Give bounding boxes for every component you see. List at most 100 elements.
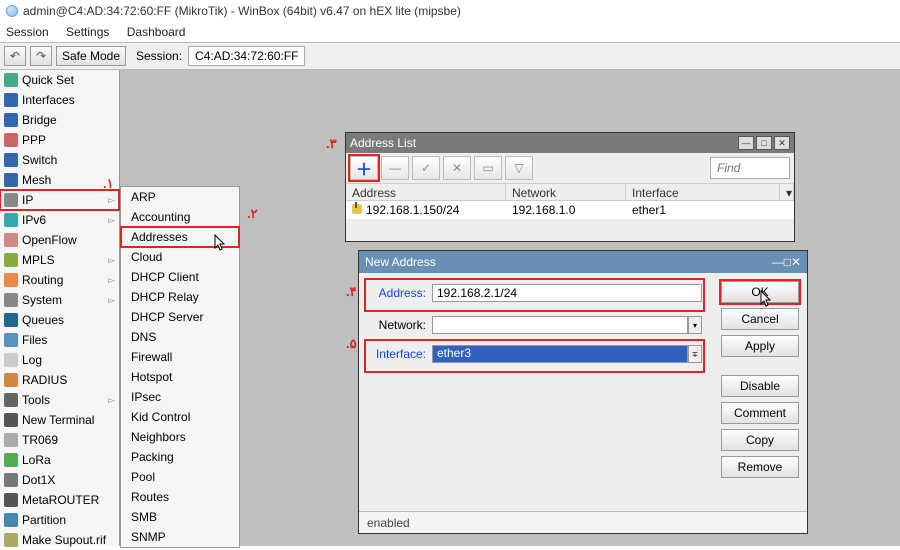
sidebar-item-ipv6[interactable]: IPv6▻ (0, 210, 119, 230)
menu-dashboard[interactable]: Dashboard (127, 25, 186, 39)
cursor-icon (760, 290, 772, 308)
maximize-button[interactable]: □ (756, 136, 772, 150)
sidebar-item-label: PPP (22, 133, 46, 147)
close-button[interactable]: ✕ (791, 255, 801, 269)
app-icon (6, 5, 18, 17)
address-list-row[interactable]: 192.168.1.150/24 192.168.1.0 ether1 (346, 201, 794, 219)
apply-button[interactable]: Apply (721, 335, 799, 357)
close-button[interactable]: ✕ (774, 136, 790, 150)
sidebar-item-metarouter[interactable]: MetaROUTER (0, 490, 119, 510)
sidebar-icon (4, 293, 18, 307)
submenu-item-firewall[interactable]: Firewall (121, 347, 239, 367)
sidebar-item-ppp[interactable]: PPP (0, 130, 119, 150)
submenu-item-packing[interactable]: Packing (121, 447, 239, 467)
submenu-item-pool[interactable]: Pool (121, 467, 239, 487)
sidebar-item-log[interactable]: Log (0, 350, 119, 370)
back-button[interactable]: ↶ (4, 46, 26, 66)
remove-button[interactable]: Remove (721, 456, 799, 478)
sidebar-item-bridge[interactable]: Bridge (0, 110, 119, 130)
sidebar-icon (4, 153, 18, 167)
header-address[interactable]: Address (346, 184, 506, 200)
expand-icon: ▻ (108, 215, 115, 226)
expand-icon: ▻ (108, 255, 115, 266)
sidebar-item-radius[interactable]: RADIUS (0, 370, 119, 390)
header-interface[interactable]: Interface (626, 184, 780, 200)
network-input[interactable] (432, 316, 688, 334)
submenu-item-smb[interactable]: SMB (121, 507, 239, 527)
sidebar-item-tr069[interactable]: TR069 (0, 430, 119, 450)
sidebar: Quick SetInterfacesBridgePPPSwitchMeshIP… (0, 70, 120, 546)
submenu-item-ipsec[interactable]: IPsec (121, 387, 239, 407)
submenu-item-dns[interactable]: DNS (121, 327, 239, 347)
window-titlebar: admin@C4:AD:34:72:60:FF (MikroTik) - Win… (0, 0, 900, 22)
forward-button[interactable]: ↷ (30, 46, 52, 66)
submenu-item-routes[interactable]: Routes (121, 487, 239, 507)
sidebar-item-queues[interactable]: Queues (0, 310, 119, 330)
submenu-item-dhcp-relay[interactable]: DHCP Relay (121, 287, 239, 307)
sidebar-item-quick-set[interactable]: Quick Set (0, 70, 119, 90)
remove-button[interactable]: — (381, 156, 409, 180)
expand-icon: ▻ (108, 195, 115, 206)
sidebar-item-partition[interactable]: Partition (0, 510, 119, 530)
menu-settings[interactable]: Settings (66, 25, 109, 39)
sidebar-item-system[interactable]: System▻ (0, 290, 119, 310)
disable-button[interactable]: ✕ (443, 156, 471, 180)
submenu-item-kid-control[interactable]: Kid Control (121, 407, 239, 427)
sidebar-item-tools[interactable]: Tools▻ (0, 390, 119, 410)
sidebar-item-dot1x[interactable]: Dot1X (0, 470, 119, 490)
sidebar-item-lora[interactable]: LoRa (0, 450, 119, 470)
new-address-titlebar[interactable]: New Address — □ ✕ (359, 251, 807, 273)
maximize-button[interactable]: □ (784, 255, 791, 269)
submenu-item-dhcp-client[interactable]: DHCP Client (121, 267, 239, 287)
sidebar-icon (4, 73, 18, 87)
disable-button[interactable]: Disable (721, 375, 799, 397)
annotation-1: .۱ (103, 176, 114, 192)
address-list-titlebar[interactable]: Address List — □ ✕ (346, 133, 794, 153)
annotation-2: .۲ (247, 206, 258, 222)
comment-button[interactable]: Comment (721, 402, 799, 424)
sidebar-item-label: Interfaces (22, 93, 75, 107)
comment-button[interactable]: ▭ (474, 156, 502, 180)
add-button[interactable]: ＋ (350, 156, 378, 180)
sidebar-item-openflow[interactable]: OpenFlow (0, 230, 119, 250)
filter-button[interactable]: ▽ (505, 156, 533, 180)
safe-mode-button[interactable]: Safe Mode (56, 46, 126, 66)
sidebar-item-new-terminal[interactable]: New Terminal (0, 410, 119, 430)
find-input[interactable] (710, 157, 790, 179)
sidebar-item-label: Files (22, 333, 47, 347)
sidebar-item-mpls[interactable]: MPLS▻ (0, 250, 119, 270)
interface-row: Interface: ether3 ∓ (367, 342, 702, 366)
submenu-item-accounting[interactable]: Accounting (121, 207, 239, 227)
sidebar-item-label: Routing (22, 273, 63, 287)
network-dropdown[interactable]: ▾ (688, 316, 702, 334)
address-input[interactable] (432, 284, 702, 302)
submenu-item-dhcp-server[interactable]: DHCP Server (121, 307, 239, 327)
annotation-3: .۳ (326, 136, 337, 152)
interface-select[interactable]: ether3 (432, 345, 688, 363)
minimize-button[interactable]: — (738, 136, 754, 150)
sidebar-item-mesh[interactable]: Mesh (0, 170, 119, 190)
cancel-button[interactable]: Cancel (721, 308, 799, 330)
button-column: OK Cancel Apply Disable Comment Copy Rem… (721, 281, 799, 478)
header-network[interactable]: Network (506, 184, 626, 200)
header-dropdown[interactable]: ▾ (780, 184, 794, 200)
sidebar-item-make-supout-rif[interactable]: Make Supout.rif (0, 530, 119, 550)
submenu-item-neighbors[interactable]: Neighbors (121, 427, 239, 447)
sidebar-item-label: Make Supout.rif (22, 533, 106, 547)
sidebar-icon (4, 393, 18, 407)
copy-button[interactable]: Copy (721, 429, 799, 451)
submenu-item-arp[interactable]: ARP (121, 187, 239, 207)
interface-dropdown[interactable]: ∓ (688, 345, 702, 363)
submenu-item-hotspot[interactable]: Hotspot (121, 367, 239, 387)
address-row: Address: (367, 281, 702, 305)
minimize-button[interactable]: — (772, 255, 784, 269)
sidebar-item-interfaces[interactable]: Interfaces (0, 90, 119, 110)
sidebar-item-routing[interactable]: Routing▻ (0, 270, 119, 290)
sidebar-icon (4, 253, 18, 267)
sidebar-item-files[interactable]: Files (0, 330, 119, 350)
enable-button[interactable]: ✓ (412, 156, 440, 180)
sidebar-item-ip[interactable]: IP▻ (0, 190, 119, 210)
submenu-item-snmp[interactable]: SNMP (121, 527, 239, 547)
sidebar-item-switch[interactable]: Switch (0, 150, 119, 170)
menu-session[interactable]: Session (6, 25, 49, 39)
